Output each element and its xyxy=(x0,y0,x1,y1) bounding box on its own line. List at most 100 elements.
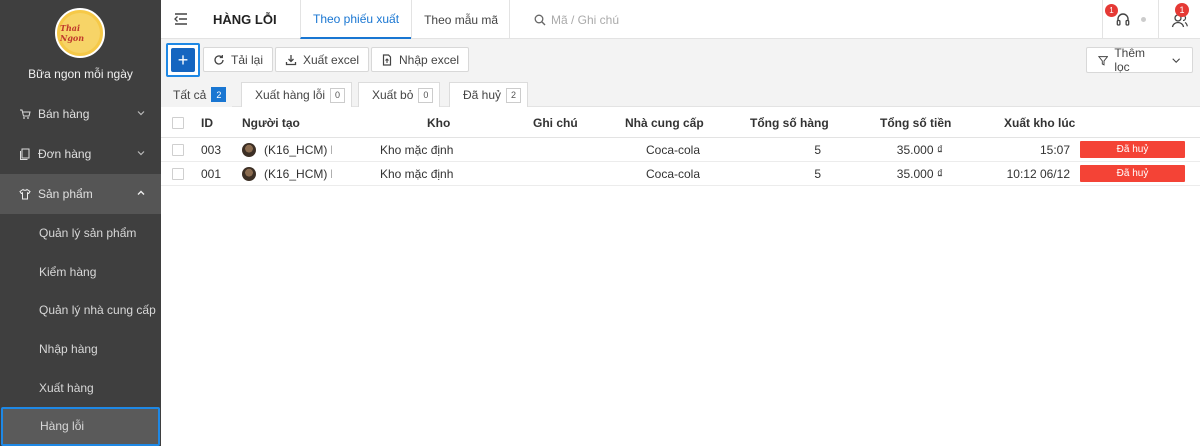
status-tab-count: 2 xyxy=(506,87,522,103)
import-excel-button[interactable]: Nhập excel xyxy=(371,47,470,72)
sidebar-item-ban-hang[interactable]: Bán hàng xyxy=(0,94,161,134)
row-warehouse: Kho mặc định xyxy=(380,166,454,181)
row-export-time: 10:12 06/12 xyxy=(1006,166,1070,181)
chevron-down-icon xyxy=(1171,57,1180,63)
status-badge: Đã huỷ xyxy=(1080,165,1185,182)
chevron-down-icon xyxy=(137,111,145,116)
chevron-up-icon xyxy=(137,190,145,195)
logo-text: Thai Ngon xyxy=(60,13,100,53)
status-tab-xuat-bo[interactable]: Xuất bỏ 0 xyxy=(358,82,441,107)
import-excel-label: Nhập excel xyxy=(399,52,460,67)
status-tab-da-huy[interactable]: Đã huỷ 2 xyxy=(449,82,529,107)
add-button[interactable]: + xyxy=(166,43,200,77)
add-button-label: + xyxy=(171,48,195,72)
row-warehouse: Kho mặc định xyxy=(380,142,454,157)
toolbar: + Tải lại Xuất excel Nhập excel Thêm lọc xyxy=(161,39,1200,79)
status-tab-count: 0 xyxy=(418,87,434,103)
menu-collapse-icon[interactable] xyxy=(173,11,189,27)
copy-icon xyxy=(18,147,32,161)
row-total-qty: 5 xyxy=(814,142,821,157)
row-creator: (K16_HCM) N xyxy=(242,162,332,185)
headset-icon xyxy=(1116,12,1130,26)
view-tabs: Theo phiếu xuất Theo mẫu mã xyxy=(300,0,510,39)
export-excel-button[interactable]: Xuất excel xyxy=(275,47,370,72)
top-right-actions: 1 1 xyxy=(1102,0,1200,39)
col-note[interactable]: Ghi chú xyxy=(533,108,578,137)
sidebar-subitem-kiem-hang[interactable]: Kiểm hàng xyxy=(0,253,161,292)
add-filter-label: Thêm lọc xyxy=(1114,46,1146,74)
row-checkbox[interactable] xyxy=(172,144,184,156)
brand-slogan: Bữa ngon mỗi ngày xyxy=(28,67,133,81)
user-button[interactable]: 1 xyxy=(1158,0,1200,39)
row-supplier: Coca-cola xyxy=(646,142,701,157)
search-box xyxy=(509,0,769,39)
sidebar-item-label: Đơn hàng xyxy=(38,147,92,161)
status-badge: Đã huỷ xyxy=(1080,141,1185,158)
col-export-time[interactable]: Xuất kho lúc xyxy=(1004,108,1075,137)
table-row[interactable]: 001 (K16_HCM) N Kho mặc định Coca-cola 5… xyxy=(161,162,1200,186)
avatar xyxy=(242,142,256,157)
tab-theo-phieu-xuat[interactable]: Theo phiếu xuất xyxy=(300,0,412,39)
row-creator-name: (K16_HCM) N xyxy=(264,166,332,181)
status-dot xyxy=(1141,17,1146,22)
logo[interactable]: Thai Ngon xyxy=(55,8,105,58)
status-tab-label: Đã huỷ xyxy=(463,88,502,102)
status-tab-label: Tất cả xyxy=(173,87,207,102)
cart-icon xyxy=(18,107,32,121)
status-tab-count: 2 xyxy=(211,87,227,102)
chevron-down-icon xyxy=(137,151,145,156)
status-tab-label: Xuất hàng lỗi xyxy=(255,88,326,102)
row-total-amount: 35.000 ₫ xyxy=(896,142,943,157)
table-row[interactable]: 003 (K16_HCM) N Kho mặc định Coca-cola 5… xyxy=(161,138,1200,162)
row-checkbox[interactable] xyxy=(172,168,184,180)
sidebar-item-label: Bán hàng xyxy=(38,107,90,121)
sidebar-item-don-hang[interactable]: Đơn hàng xyxy=(0,134,161,174)
avatar xyxy=(242,166,256,181)
sidebar-item-label: Sản phẩm xyxy=(38,187,93,201)
notification-badge: 1 xyxy=(1105,4,1118,17)
sidebar-subitem-nhap-hang[interactable]: Nhập hàng xyxy=(0,330,161,369)
row-creator: (K16_HCM) N xyxy=(242,138,332,161)
download-icon xyxy=(285,54,297,65)
reload-icon xyxy=(214,54,224,65)
row-id: 003 xyxy=(201,142,222,157)
topbar: HÀNG LỖI Theo phiếu xuất Theo mẫu mã 1 1 xyxy=(161,0,1200,39)
status-tab-count: 0 xyxy=(330,87,346,103)
user-badge: 1 xyxy=(1175,3,1189,17)
table-header: ID Người tạo Kho Ghi chú Nhà cung cấp Tổ… xyxy=(161,108,1200,138)
sidebar-subitem-hang-loi[interactable]: Hàng lỗi xyxy=(1,406,160,446)
sidebar-menu: Bán hàng Đơn hàng Sản phẩm Quản lý sản p… xyxy=(0,94,161,446)
tab-theo-mau-ma[interactable]: Theo mẫu mã xyxy=(411,0,510,39)
add-filter-button[interactable]: Thêm lọc xyxy=(1086,46,1193,74)
export-excel-label: Xuất excel xyxy=(303,52,360,67)
col-creator[interactable]: Người tạo xyxy=(242,108,300,137)
page-title: HÀNG LỖI xyxy=(213,12,277,27)
file-upload-icon xyxy=(382,53,392,66)
search-input[interactable] xyxy=(551,12,751,27)
status-tab-xuat-hang-loi[interactable]: Xuất hàng lỗi 0 xyxy=(241,82,353,107)
shirt-icon xyxy=(18,187,32,201)
status-tab-label: Xuất bỏ xyxy=(372,88,414,102)
sidebar-item-san-pham[interactable]: Sản phẩm xyxy=(0,174,161,214)
col-supplier[interactable]: Nhà cung cấp xyxy=(625,108,704,137)
sidebar-subitem-quan-ly-san-pham[interactable]: Quản lý sản phẩm xyxy=(0,214,161,253)
filter-icon xyxy=(1098,55,1109,66)
sidebar-subitem-quan-ly-nha-cung-cap[interactable]: Quản lý nhà cung cấp xyxy=(0,291,161,330)
row-total-amount: 35.000 ₫ xyxy=(896,166,943,181)
status-tabs: Tất cả 2 Xuất hàng lỗi 0 Xuất bỏ 0 Đã hu… xyxy=(161,79,1200,107)
reload-button[interactable]: Tải lại xyxy=(203,47,274,72)
sidebar-subitem-xuat-hang[interactable]: Xuất hàng xyxy=(0,368,161,407)
row-id: 001 xyxy=(201,166,222,181)
col-warehouse[interactable]: Kho xyxy=(427,108,450,137)
col-id[interactable]: ID xyxy=(201,108,213,137)
status-tab-all[interactable]: Tất cả 2 xyxy=(161,82,233,107)
col-total-qty[interactable]: Tổng số hàng xyxy=(750,108,829,137)
reload-label: Tải lại xyxy=(231,52,264,67)
row-export-time: 15:07 xyxy=(1039,142,1070,157)
row-creator-name: (K16_HCM) N xyxy=(264,142,332,157)
support-button[interactable]: 1 xyxy=(1102,0,1158,39)
col-total-amount[interactable]: Tổng số tiền xyxy=(880,108,951,137)
row-total-qty: 5 xyxy=(814,166,821,181)
select-all-checkbox[interactable] xyxy=(172,117,184,129)
sidebar: Thai Ngon Bữa ngon mỗi ngày Bán hàng Đơn… xyxy=(0,0,161,446)
